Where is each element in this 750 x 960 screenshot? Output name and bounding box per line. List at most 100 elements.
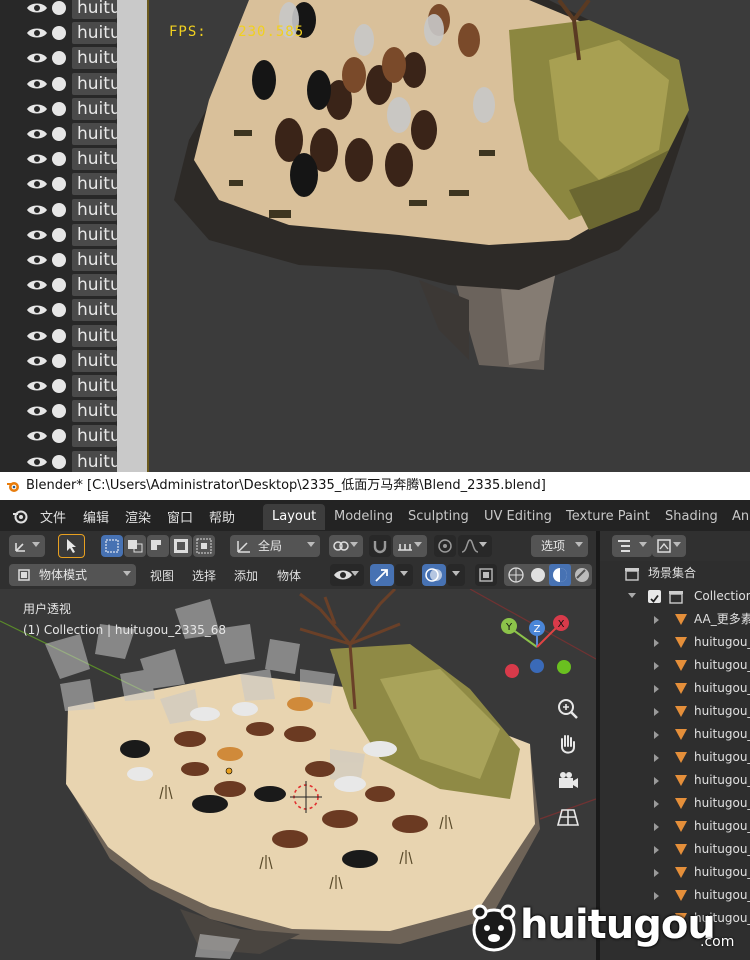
render-toggle-icon[interactable] [52,227,66,242]
interaction-mode-dropdown[interactable]: 物体模式 [9,564,136,586]
outliner-object-row[interactable]: huitugou_ [600,631,750,654]
collection-row[interactable]: Collection [600,585,750,608]
select-intersect-button[interactable] [193,535,215,557]
menu-object[interactable]: 物体 [277,567,301,584]
top-outliner-row[interactable]: huitu [0,0,117,21]
wireframe-shading-icon[interactable] [505,564,527,586]
proportional-falloff-dropdown[interactable] [458,535,492,557]
top-outliner-row[interactable]: huitu [0,399,117,424]
outliner-object-row[interactable]: AA_更多素 [600,608,750,631]
top-outliner-row[interactable]: huitu [0,198,117,223]
render-toggle-icon[interactable] [52,253,66,267]
eye-icon[interactable] [26,379,48,393]
navigation-gizmo[interactable]: Y Z X [495,609,585,689]
eye-icon[interactable] [26,228,48,242]
material-preview-icon[interactable] [549,564,571,586]
menu-edit[interactable]: 编辑 [83,507,109,526]
overlays-toggle[interactable] [422,564,446,586]
top-outliner-row[interactable]: huitu [0,248,117,273]
eye-icon[interactable] [26,51,48,65]
expand-arrow-icon[interactable] [654,869,659,877]
outliner-object-row[interactable]: huitugou_ [600,792,750,815]
select-subtract-button[interactable] [147,535,169,557]
render-toggle-icon[interactable] [52,1,66,15]
top-outliner-row[interactable]: huitu [0,21,117,46]
outliner-object-row[interactable]: huitugou_ [600,677,750,700]
top-outliner-row[interactable]: huitu [0,223,117,248]
outliner-object-row[interactable]: huitugou_ [600,769,750,792]
render-toggle-icon[interactable] [52,404,66,419]
select-invert-button[interactable] [170,535,192,557]
eye-icon[interactable] [26,127,48,141]
eye-icon[interactable] [26,404,48,418]
expand-arrow-icon[interactable] [654,800,659,808]
menu-help[interactable]: 帮助 [209,507,235,526]
visibility-dropdown[interactable] [330,564,364,586]
eye-icon[interactable] [26,278,48,292]
select-extend-button[interactable] [124,535,146,557]
camera-view-button[interactable] [552,765,584,797]
tab-shading[interactable]: Shading [656,504,727,530]
render-toggle-icon[interactable] [52,76,66,91]
eye-icon[interactable] [26,152,48,166]
tab-layout[interactable]: Layout [263,504,326,530]
snap-target-dropdown[interactable] [393,535,427,557]
outliner-object-row[interactable]: huitugou_ [600,700,750,723]
menu-render[interactable]: 渲染 [125,507,151,526]
render-toggle-icon[interactable] [52,152,66,167]
expand-arrow-icon[interactable] [654,754,659,762]
menu-window[interactable]: 窗口 [167,507,193,526]
render-toggle-icon[interactable] [52,127,66,141]
proportional-editing-toggle[interactable] [434,535,456,557]
eye-icon[interactable] [26,329,48,343]
expand-arrow-icon[interactable] [654,662,659,670]
outliner-object-row[interactable]: huitugou_ [600,746,750,769]
pivot-point-dropdown[interactable] [329,535,363,557]
perspective-toggle-button[interactable] [552,801,584,833]
expand-arrow-icon[interactable] [654,846,659,854]
solid-shading-icon[interactable] [527,564,549,586]
outliner-object-row[interactable]: huitugou_ [600,654,750,677]
overlays-dropdown[interactable] [447,564,465,586]
render-toggle-icon[interactable] [52,202,66,217]
render-toggle-icon[interactable] [52,51,66,66]
gizmo-dropdown[interactable] [395,564,413,586]
expand-arrow-icon[interactable] [654,708,659,716]
zoom-button[interactable] [552,693,584,725]
expand-arrow-icon[interactable] [654,823,659,831]
eye-icon[interactable] [26,1,48,15]
render-toggle-icon[interactable] [52,101,66,116]
xray-toggle[interactable] [475,564,497,586]
pan-button[interactable] [552,729,584,761]
options-dropdown[interactable]: 选项 [531,535,588,557]
outliner-object-row[interactable]: huitugou_ [600,815,750,838]
editor-type-button[interactable] [9,535,45,557]
top-outliner-row[interactable]: huitu [0,324,117,349]
outliner-object-row[interactable]: huitugou_ [600,861,750,884]
top-outliner-row[interactable]: huitu [0,147,117,172]
select-tool-button[interactable] [58,534,85,558]
collection-expand-icon[interactable] [628,593,636,598]
top-outliner-row[interactable]: huitu [0,450,117,472]
top-outliner-row[interactable]: huitu [0,273,117,298]
eye-icon[interactable] [26,253,48,267]
eye-icon[interactable] [26,455,48,469]
eye-icon[interactable] [26,77,48,91]
collection-checkbox[interactable] [648,590,661,603]
menu-select[interactable]: 选择 [192,567,216,584]
render-toggle-icon[interactable] [52,177,66,192]
menu-add[interactable]: 添加 [234,567,258,584]
render-toggle-icon[interactable] [52,278,66,293]
rendered-shading-icon[interactable] [571,564,593,586]
outliner-object-row[interactable]: huitugou_ [600,838,750,861]
expand-arrow-icon[interactable] [654,731,659,739]
eye-icon[interactable] [26,354,48,368]
eye-icon[interactable] [26,26,48,40]
eye-icon[interactable] [26,429,48,443]
eye-icon[interactable] [26,102,48,116]
tab-texture-paint[interactable]: Texture Paint [557,504,659,530]
top-outliner-row[interactable]: huitu [0,46,117,71]
select-new-button[interactable] [101,535,123,557]
tab-sculpting[interactable]: Sculpting [399,504,478,530]
snap-toggle[interactable] [369,535,391,557]
